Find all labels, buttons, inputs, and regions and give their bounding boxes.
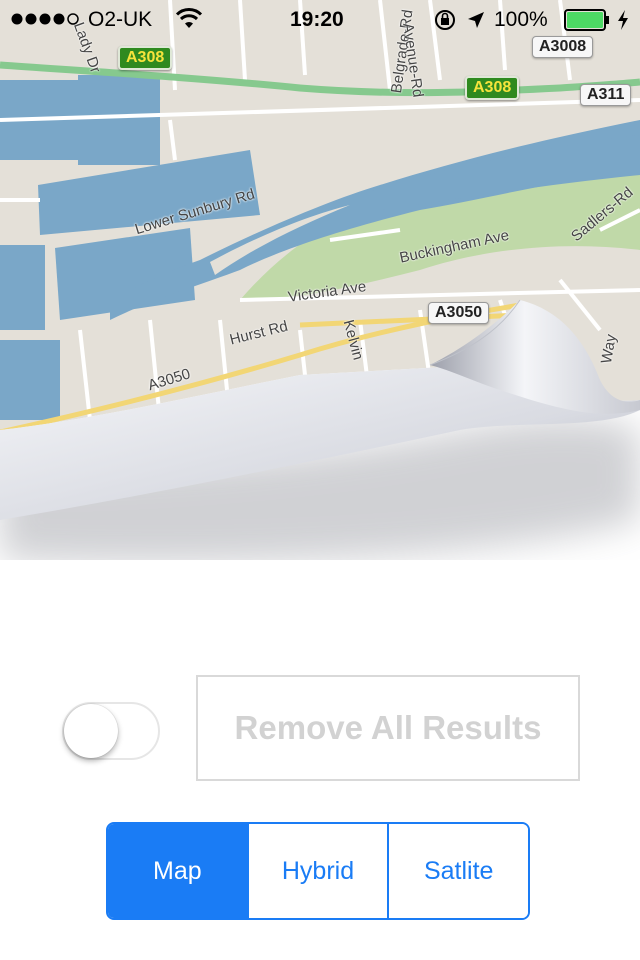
- map-type-segmented-control[interactable]: Map Hybrid Satlite: [106, 822, 530, 920]
- status-bar: O2-UK 19:20 100%: [0, 0, 640, 40]
- segment-map[interactable]: Map: [108, 824, 247, 918]
- segment-satellite[interactable]: Satlite: [387, 824, 528, 918]
- battery-percent: 100%: [494, 8, 548, 31]
- location-arrow-icon: [466, 10, 486, 36]
- wifi-icon: [175, 8, 203, 36]
- toggle-switch[interactable]: [62, 702, 160, 760]
- road-shield-a308: A308: [118, 46, 173, 70]
- segment-hybrid[interactable]: Hybrid: [246, 824, 388, 918]
- toggle-knob[interactable]: [64, 704, 118, 758]
- orientation-lock-icon: [434, 9, 456, 37]
- clock: 19:20: [290, 8, 344, 31]
- signal-strength-icon: [10, 9, 82, 35]
- road-shield-a311: A311: [580, 84, 632, 106]
- road-shield-a3050: A3050: [428, 302, 490, 324]
- map-canvas: [0, 0, 640, 564]
- remove-all-results-button[interactable]: Remove All Results: [196, 675, 580, 781]
- carrier-name: O2-UK: [88, 8, 153, 31]
- road-shield-a308: A308: [465, 76, 520, 100]
- battery-icon: [564, 9, 614, 37]
- map-view[interactable]: Lady Dr Belgrade-Rd Avenue-Rd Lower Sunb…: [0, 0, 640, 564]
- charging-bolt-icon: [617, 10, 629, 36]
